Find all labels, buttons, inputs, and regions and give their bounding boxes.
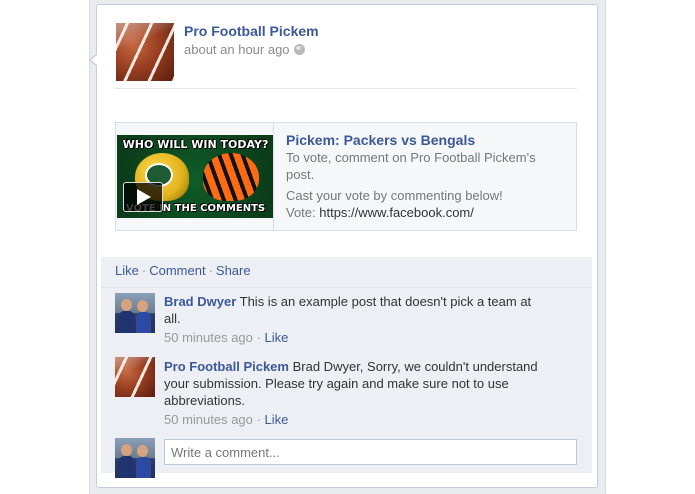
attachment-title-link[interactable]: Pickem: Packers vs Bengals xyxy=(286,132,475,148)
action-separator: · xyxy=(208,263,213,278)
post-timestamp[interactable]: about an hour ago xyxy=(184,42,305,57)
attachment-description: To vote, comment on Pro Football Pickem'… xyxy=(286,150,536,182)
comment-body: Pro Football Pickem Brad Dwyer, Sorry, w… xyxy=(164,358,544,409)
vote-label: Vote: xyxy=(286,205,320,220)
bengals-helmet xyxy=(203,153,259,201)
comment-link[interactable]: Comment xyxy=(149,263,205,278)
header-divider xyxy=(115,88,577,89)
thumbnail-headline: WHO WILL WIN TODAY? xyxy=(122,138,269,151)
attachment-vote-line: Vote: https://www.facebook.com/ xyxy=(286,204,548,221)
post-author-link[interactable]: Pro Football Pickem xyxy=(184,23,319,39)
page-comment-avatar[interactable] xyxy=(115,357,155,397)
page-avatar[interactable] xyxy=(116,23,174,81)
comment-body: Brad Dwyer This is an example post that … xyxy=(164,293,544,327)
vote-url-link[interactable]: https://www.facebook.com/ xyxy=(319,205,474,220)
commenter-avatar[interactable] xyxy=(115,293,155,333)
globe-icon[interactable] xyxy=(293,44,305,55)
comment-like-link[interactable]: Like xyxy=(264,330,288,345)
comment-author-link[interactable]: Pro Football Pickem xyxy=(164,359,289,374)
comment-like-link[interactable]: Like xyxy=(264,412,288,427)
attachment-divider xyxy=(273,122,274,231)
viewer-avatar xyxy=(115,438,155,478)
like-link[interactable]: Like xyxy=(115,263,139,278)
comment-meta: 50 minutes ago · Like xyxy=(164,412,288,427)
comment-meta: 50 minutes ago · Like xyxy=(164,330,288,345)
post-time-text[interactable]: about an hour ago xyxy=(184,42,290,57)
share-link[interactable]: Share xyxy=(216,263,251,278)
comment-timestamp[interactable]: 50 minutes ago xyxy=(164,330,253,345)
video-play-icon[interactable] xyxy=(123,182,163,212)
attachment-cta: Cast your vote by commenting below! xyxy=(286,188,503,203)
comment-author-link[interactable]: Brad Dwyer xyxy=(164,294,236,309)
card-pointer-inner xyxy=(91,54,98,66)
post-actions: Like · Comment · Share xyxy=(115,263,251,278)
action-separator: · xyxy=(141,263,147,278)
comment-timestamp[interactable]: 50 minutes ago xyxy=(164,412,253,427)
comment-input[interactable] xyxy=(164,439,577,465)
